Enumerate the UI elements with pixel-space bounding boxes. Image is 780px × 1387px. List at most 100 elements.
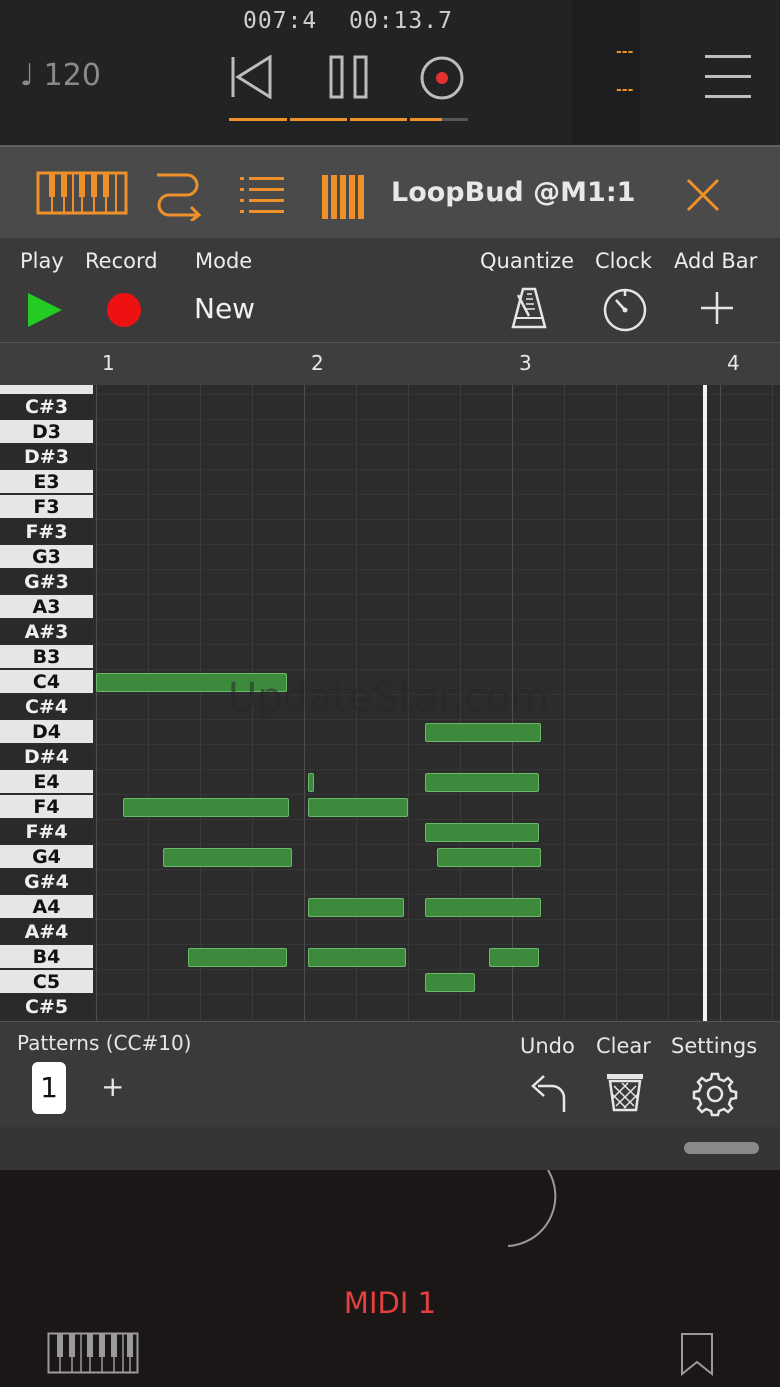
piano-key[interactable]: D#3 xyxy=(0,445,93,468)
midi-note[interactable] xyxy=(308,773,315,792)
piano-key[interactable]: F#3 xyxy=(0,520,93,543)
piano-key[interactable]: E4 xyxy=(0,770,93,793)
tab-bars[interactable] xyxy=(322,175,364,219)
piano-key[interactable]: A3 xyxy=(0,595,93,618)
piano-key[interactable]: C#5 xyxy=(0,995,93,1018)
play-button[interactable] xyxy=(27,292,63,328)
pause-button[interactable] xyxy=(329,55,369,99)
piano-key[interactable]: C5 xyxy=(0,970,93,993)
grid-row-line xyxy=(95,1019,780,1020)
bar-number: 1 xyxy=(102,351,115,375)
grid-row-line xyxy=(95,869,780,870)
bookmark-icon xyxy=(681,1333,713,1376)
midi-note[interactable] xyxy=(437,848,542,867)
watermark: UpdateStar.com xyxy=(228,675,550,721)
piano-key[interactable]: B3 xyxy=(0,645,93,668)
progress-segment xyxy=(350,118,407,121)
piano-key[interactable]: A#4 xyxy=(0,920,93,943)
quantize-label: Quantize xyxy=(480,249,575,273)
rewind-button[interactable] xyxy=(230,55,272,99)
piano-roll[interactable]: C#3 D3 D#3 E3 F3 F#3 G3 G#3 A3 A#3 B3 C4 C#4 D4 D#4 E4 F… xyxy=(0,385,780,1021)
midi-note[interactable] xyxy=(308,798,408,817)
bookmark-button[interactable] xyxy=(680,1332,714,1376)
piano-key[interactable]: C#3 xyxy=(0,395,93,418)
undo-label: Undo xyxy=(520,1034,575,1058)
undo-button[interactable] xyxy=(528,1072,568,1114)
clock-label: Clock xyxy=(595,249,653,273)
resize-handle[interactable] xyxy=(684,1142,759,1154)
position-display: 007:4 xyxy=(243,8,318,34)
piano-key[interactable]: F3 xyxy=(0,495,93,518)
clock-button[interactable] xyxy=(602,287,648,333)
midi-note[interactable] xyxy=(424,973,475,992)
midi-note[interactable] xyxy=(424,773,540,792)
progress-segment xyxy=(229,118,287,121)
bar-number: 2 xyxy=(311,351,324,375)
midi-note[interactable] xyxy=(308,948,406,967)
piano-key[interactable]: F4 xyxy=(0,795,93,818)
record-transport-button[interactable] xyxy=(419,55,465,101)
midi-note[interactable] xyxy=(123,798,290,817)
menu-button[interactable] xyxy=(705,54,751,100)
piano-key[interactable]: F#4 xyxy=(0,820,93,843)
tab-piano[interactable] xyxy=(36,171,128,215)
plugin-header: LoopBud @M1:1 xyxy=(0,145,780,240)
panel-footer xyxy=(0,1127,780,1170)
play-label: Play xyxy=(20,249,64,273)
pattern-button[interactable]: 1 xyxy=(32,1062,66,1114)
piano-key[interactable]: B4 xyxy=(0,945,93,968)
grid-row-line xyxy=(95,769,780,770)
midi-note[interactable] xyxy=(424,898,542,917)
piano-key[interactable]: G3 xyxy=(0,545,93,568)
midi-note[interactable] xyxy=(308,898,404,917)
piano-key[interactable]: C4 xyxy=(0,670,93,693)
quantize-button[interactable] xyxy=(510,286,548,330)
tab-routing[interactable] xyxy=(153,169,205,221)
arc-icon xyxy=(507,1170,557,1247)
progress-segment xyxy=(410,118,442,121)
grid-row-line xyxy=(95,819,780,820)
routing-icon xyxy=(157,173,202,221)
settings-button[interactable] xyxy=(692,1071,738,1117)
piano-key[interactable]: C#4 xyxy=(0,695,93,718)
midi-note[interactable] xyxy=(489,948,540,967)
bar-ruler[interactable]: 1 2 3 4 xyxy=(0,342,780,386)
piano-key[interactable]: G#3 xyxy=(0,570,93,593)
midi-note[interactable] xyxy=(424,823,540,842)
add-bar-button[interactable] xyxy=(701,292,733,324)
plugin-window: LoopBud @M1:1 Play Record Mode Quantize … xyxy=(0,145,780,1170)
grid-row-line xyxy=(95,494,780,495)
metronome-icon xyxy=(511,287,547,329)
tab-list[interactable] xyxy=(240,175,284,215)
tempo-display[interactable]: ♩ 120 xyxy=(20,58,101,93)
patterns-label: Patterns (CC#10) xyxy=(17,1031,192,1055)
piano-key[interactable]: D#4 xyxy=(0,745,93,768)
midi-note[interactable] xyxy=(187,948,288,967)
playhead[interactable] xyxy=(703,385,708,1021)
piano-key[interactable]: G4 xyxy=(0,845,93,868)
record-button[interactable] xyxy=(106,292,142,328)
progress-remaining xyxy=(442,118,468,121)
clear-button[interactable] xyxy=(606,1072,644,1112)
add-pattern-button[interactable]: + xyxy=(101,1070,124,1103)
grid-beat-line xyxy=(564,385,565,1021)
piano-key[interactable]: D3 xyxy=(0,420,93,443)
midi-note[interactable] xyxy=(162,848,292,867)
keyboard-button[interactable] xyxy=(47,1332,139,1374)
piano-key[interactable]: E3 xyxy=(0,470,93,493)
list-icon xyxy=(240,177,284,213)
bars-icon xyxy=(322,175,364,219)
clock-icon xyxy=(603,288,647,332)
midi-channel-label[interactable]: MIDI 1 xyxy=(0,1286,780,1320)
piano-key[interactable]: A4 xyxy=(0,895,93,918)
midi-note[interactable] xyxy=(424,723,542,742)
grid-beat-line xyxy=(200,385,201,1021)
grid-row-line xyxy=(95,919,780,920)
close-button[interactable] xyxy=(686,178,720,212)
piano-key[interactable]: G#4 xyxy=(0,870,93,893)
piano-key[interactable]: D4 xyxy=(0,720,93,743)
mode-value[interactable]: New xyxy=(194,292,255,325)
piano-key[interactable]: A#3 xyxy=(0,620,93,643)
level-meter: --- --- xyxy=(572,0,640,145)
grid-beat-line xyxy=(668,385,669,1021)
